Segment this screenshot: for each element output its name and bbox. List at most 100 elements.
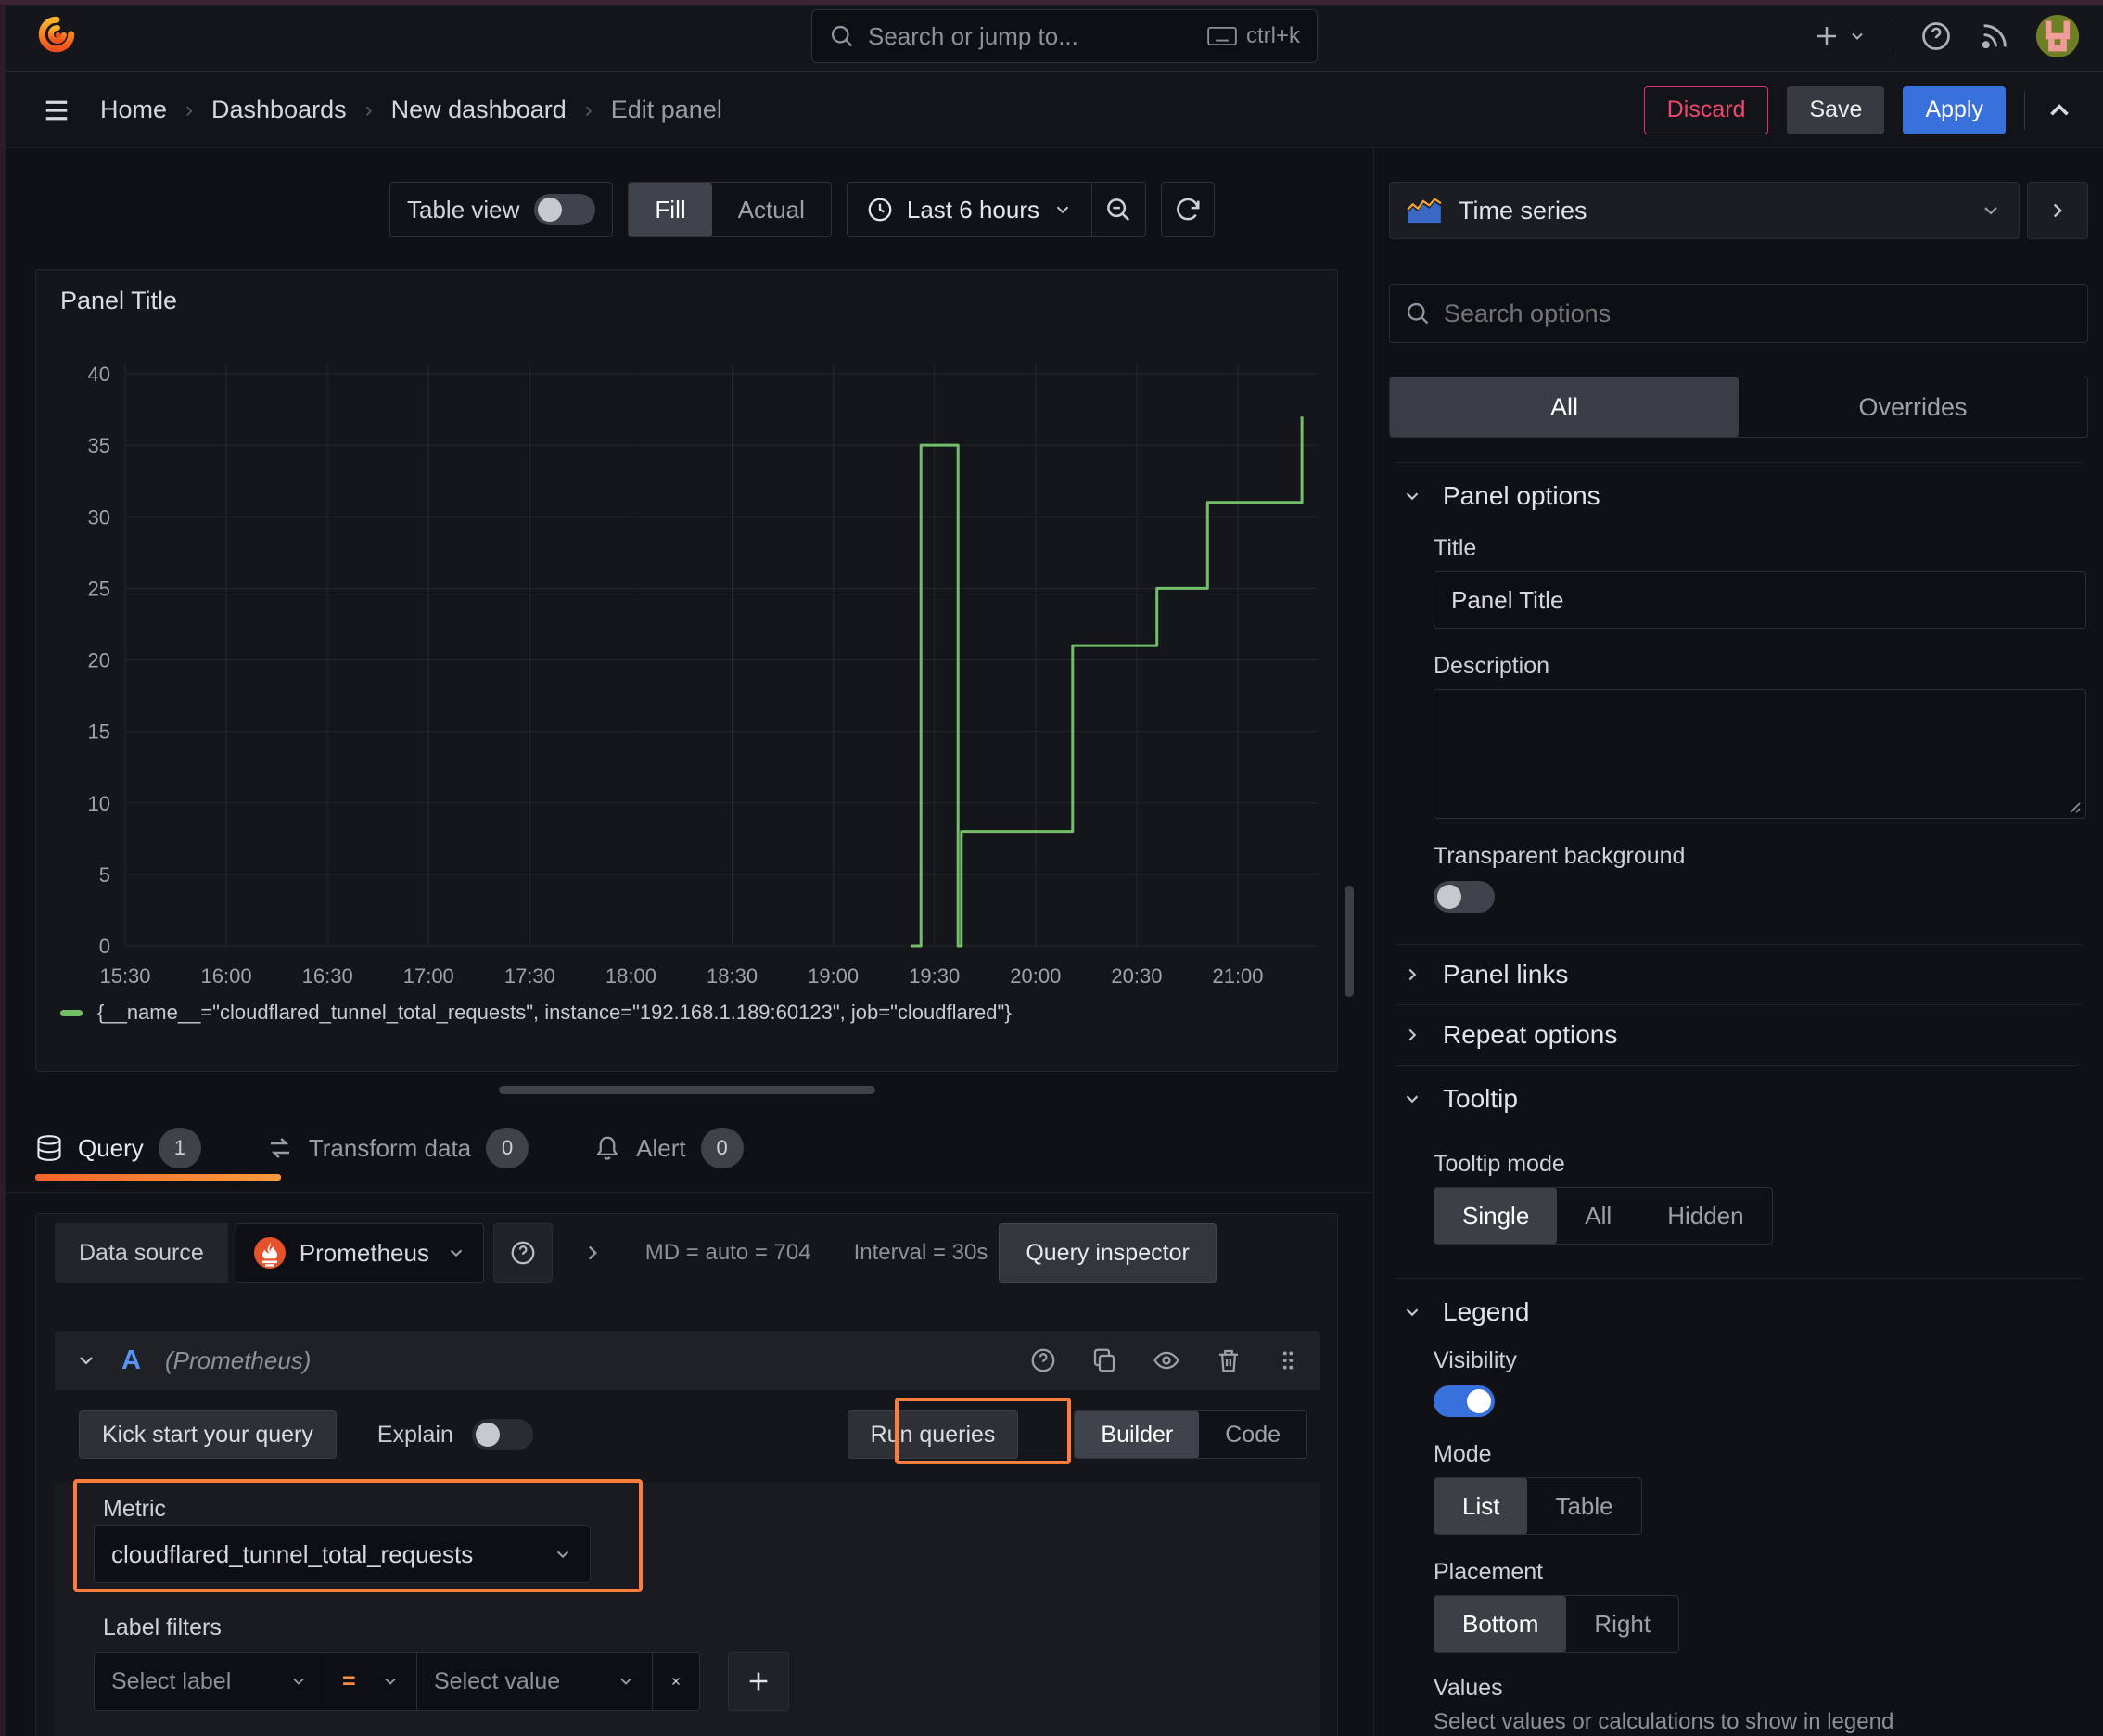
visualization-picker[interactable]: Time series [1389,182,2020,239]
remove-filter-button[interactable] [652,1652,700,1711]
tab-query[interactable]: Query 1 [35,1128,201,1168]
refresh-icon [1177,198,1200,221]
section-legend[interactable]: Legend [1389,1279,2088,1327]
title-label: Title [1434,535,1477,561]
query-row-header[interactable]: A (Prometheus) [55,1331,1320,1390]
tab-all[interactable]: All [1390,377,1739,437]
drag-handle-icon[interactable] [1276,1347,1300,1374]
collapse-header-button[interactable] [2044,95,2075,126]
y-tick-label: 30 [88,505,110,529]
window-top-edge [0,0,2103,5]
legend-mode-list[interactable]: List [1434,1478,1528,1534]
description-textarea[interactable] [1434,689,2086,819]
query-inspector-button[interactable]: Query inspector [999,1223,1217,1283]
query-stats-interval: Interval = 30s [853,1240,988,1265]
resize-handle-icon[interactable] [2065,798,2082,814]
time-range-picker[interactable]: Last 6 hours [848,183,1091,236]
section-repeat-options[interactable]: Repeat options [1389,1005,2088,1065]
chevron-right-icon [1408,1028,1417,1041]
code-option[interactable]: Code [1199,1411,1306,1458]
section-tooltip[interactable]: Tooltip [1389,1066,2088,1114]
datasource-picker[interactable]: Prometheus [235,1223,484,1283]
chevron-down-icon [385,1678,396,1685]
apply-button[interactable]: Apply [1903,85,2006,134]
tooltip-mode-hidden[interactable]: Hidden [1639,1188,1771,1244]
label-filters-label: Label filters [103,1615,222,1640]
datasource-label: Data source [55,1223,228,1283]
y-tick-label: 5 [99,863,110,887]
select-label-dropdown[interactable]: Select label [94,1652,325,1711]
kick-start-button[interactable]: Kick start your query [79,1410,337,1459]
news-button[interactable] [1979,20,2010,52]
chevron-right-icon [2053,203,2062,218]
toggle-viz-picker-button[interactable] [2027,182,2088,239]
help-button[interactable] [1919,19,1953,53]
breadcrumb-new-dashboard[interactable]: New dashboard [391,96,567,124]
help-icon[interactable] [1029,1347,1057,1374]
select-value-dropdown[interactable]: Select value [416,1652,653,1711]
grafana-logo[interactable] [37,13,76,56]
y-tick-label: 10 [88,792,110,815]
time-series-chart[interactable]: 0 5 10 15 20 25 30 35 40 15:30 16:00 16:30 17:00 17:3… [36,270,1337,1071]
time-range-control: Last 6 hours [846,182,1146,237]
query-datasource-hint: (Prometheus) [164,1346,312,1374]
options-search-input[interactable] [1444,299,2072,328]
metric-select[interactable]: cloudflared_tunnel_total_requests [94,1525,591,1583]
duplicate-icon[interactable] [1090,1347,1118,1374]
options-search[interactable] [1389,284,2088,343]
menu-toggle-button[interactable] [41,96,72,124]
save-button[interactable]: Save [1787,85,1885,134]
operator-dropdown[interactable]: = [325,1652,417,1711]
explain-toggle[interactable] [471,1419,533,1450]
chevron-down-icon[interactable] [75,1349,97,1372]
run-queries-button[interactable]: Run queries [847,1410,1019,1459]
section-panel-links[interactable]: Panel links [1389,945,2088,1004]
legend-series-label[interactable]: {__name__="cloudflared_tunnel_total_requ… [97,1001,1012,1025]
keyboard-icon [1207,26,1237,46]
breadcrumb-dashboards[interactable]: Dashboards [211,96,347,124]
zoom-out-button[interactable] [1090,183,1145,236]
x-tick-label: 16:00 [201,964,252,988]
y-tick-label: 35 [88,434,110,457]
eye-icon[interactable] [1152,1347,1181,1374]
tooltip-mode-single[interactable]: Single [1434,1188,1558,1244]
builder-option[interactable]: Builder [1075,1411,1200,1458]
tab-alert[interactable]: Alert 0 [593,1128,744,1168]
tab-overrides[interactable]: Overrides [1739,377,2087,437]
breadcrumb-separator: › [364,96,373,122]
database-icon [37,1135,61,1161]
chart-legend[interactable]: {__name__="cloudflared_tunnel_total_requ… [60,1001,1012,1025]
legend-visibility-toggle[interactable] [1434,1385,1495,1417]
chevron-down-icon [450,1249,463,1257]
tab-transform[interactable]: Transform data 0 [266,1128,529,1168]
table-view-toggle[interactable] [534,194,596,225]
series-line[interactable] [911,416,1304,948]
section-panel-options[interactable]: Panel options [1389,463,2088,511]
tooltip-mode-all[interactable]: All [1557,1188,1639,1244]
placement-bottom[interactable]: Bottom [1434,1596,1567,1652]
fill-option[interactable]: Fill [629,183,712,236]
actual-option[interactable]: Actual [712,183,831,236]
vertical-scrollbar[interactable] [1345,886,1354,997]
discard-button[interactable]: Discard [1643,85,1769,134]
plus-icon [749,1672,768,1691]
trash-icon[interactable] [1215,1347,1243,1374]
panel-title-input[interactable] [1434,571,2086,629]
select-label-value: Select label [111,1667,232,1694]
refresh-button[interactable] [1160,182,1215,237]
transform-icon [270,1138,289,1158]
section-title: Tooltip [1443,1084,1518,1113]
horizontal-scrollbar[interactable] [499,1086,875,1094]
chevron-right-icon[interactable] [580,1241,605,1265]
placement-label: Placement [1434,1559,1544,1585]
placement-right[interactable]: Right [1566,1596,1678,1652]
transparent-background-toggle[interactable] [1434,881,1495,913]
breadcrumb-home[interactable]: Home [100,96,167,124]
search-input[interactable] [868,21,1194,51]
legend-mode-table[interactable]: Table [1527,1478,1640,1534]
global-search[interactable]: ctrl+k [811,9,1318,63]
avatar[interactable] [2036,15,2079,57]
add-filter-button[interactable] [728,1652,789,1711]
datasource-help-button[interactable] [492,1223,553,1283]
new-menu-button[interactable] [1813,22,1867,50]
